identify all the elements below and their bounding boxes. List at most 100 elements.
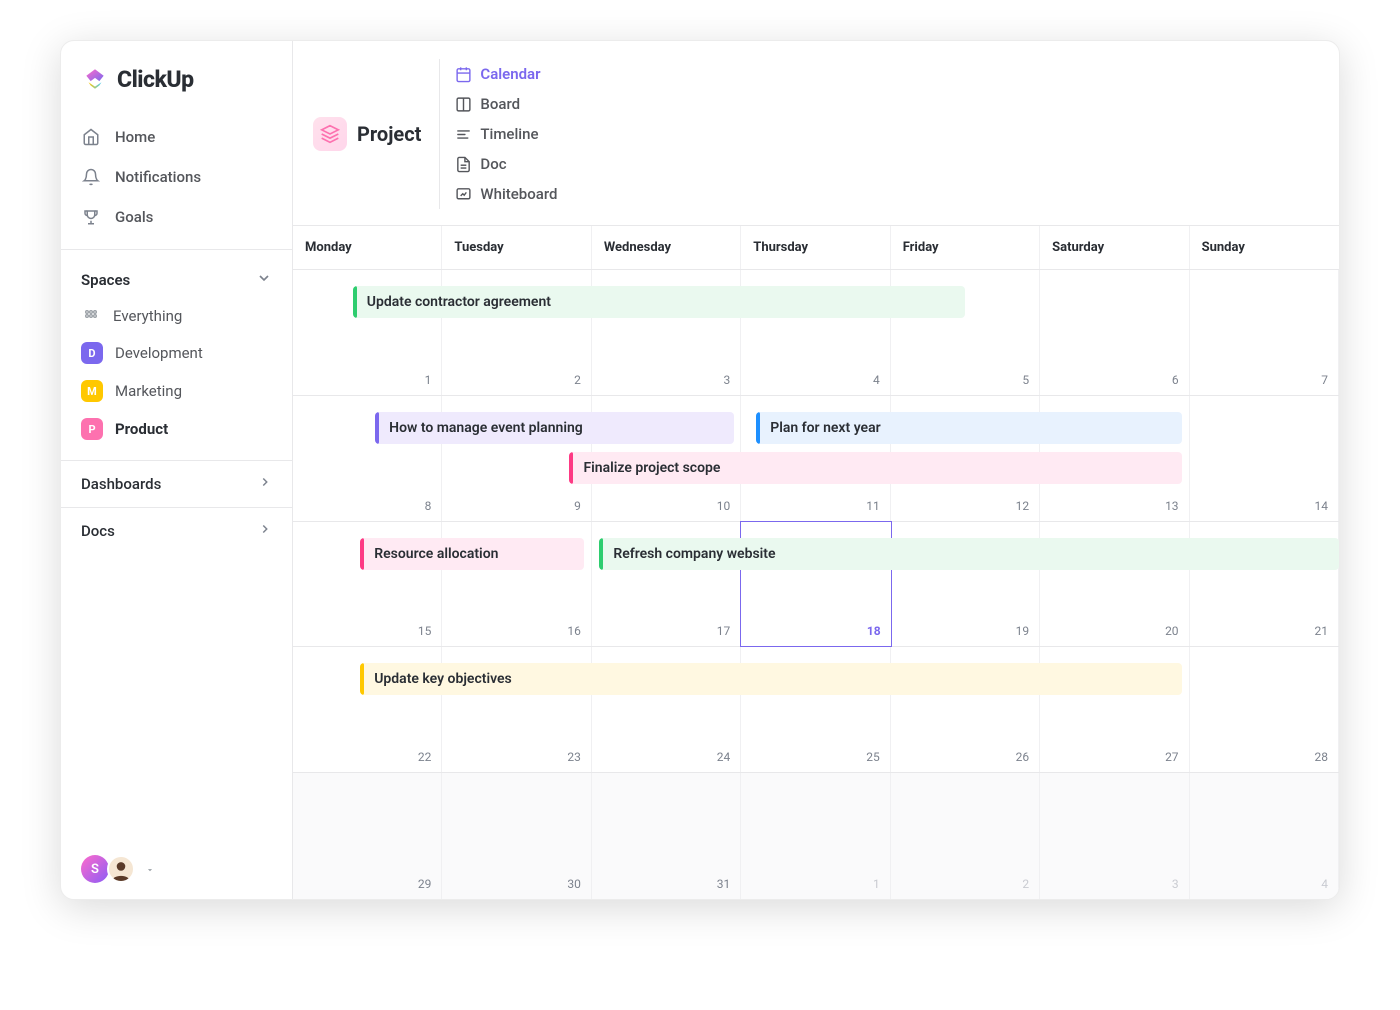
sidebar-space-product[interactable]: P Product — [61, 410, 292, 448]
board-icon — [454, 95, 472, 113]
project-badge[interactable] — [313, 117, 347, 151]
day-number: 17 — [717, 624, 731, 638]
day-header: Wednesday — [592, 226, 741, 269]
calendar-event[interactable]: How to manage event planning — [375, 412, 734, 444]
grid-icon — [81, 306, 101, 326]
sidebar-section-dashboards[interactable]: Dashboards — [61, 460, 292, 507]
day-number: 30 — [567, 877, 581, 891]
tab-label: Whiteboard — [480, 185, 557, 203]
event-label: Refresh company website — [613, 546, 775, 562]
day-number: 1 — [873, 877, 880, 891]
calendar-day-cell[interactable]: 30 — [442, 773, 591, 899]
sidebar-space-development[interactable]: DDevelopment — [61, 334, 292, 372]
day-number: 25 — [866, 750, 880, 764]
calendar-event[interactable]: Update contractor agreement — [353, 286, 966, 318]
calendar-day-cell[interactable]: 6 — [1040, 270, 1189, 395]
doc-icon — [454, 155, 472, 173]
event-color-bar — [599, 538, 603, 570]
logo[interactable]: ClickUp — [61, 61, 292, 117]
day-number: 23 — [567, 750, 581, 764]
calendar-event[interactable]: Resource allocation — [360, 538, 584, 570]
event-label: Update key objectives — [374, 671, 512, 687]
bell-icon — [81, 167, 101, 187]
sidebar-item-notifications[interactable]: Notifications — [61, 157, 292, 197]
day-number: 11 — [866, 499, 880, 513]
tab-calendar[interactable]: Calendar — [439, 59, 571, 89]
day-number: 19 — [1016, 624, 1030, 638]
whiteboard-icon — [454, 185, 472, 203]
calendar-week: 22232425262728Update key objectives — [293, 647, 1339, 773]
user-avatars[interactable]: S — [61, 855, 292, 883]
calendar-event[interactable]: Plan for next year — [756, 412, 1182, 444]
tab-whiteboard[interactable]: Whiteboard — [439, 179, 571, 209]
chevron-right-icon — [258, 522, 272, 540]
day-number: 3 — [1172, 877, 1179, 891]
calendar-day-cell[interactable]: 1 — [741, 773, 890, 899]
calendar-day-cell[interactable]: 31 — [592, 773, 741, 899]
space-label: Marketing — [115, 382, 182, 400]
day-number: 2 — [1022, 877, 1029, 891]
day-number: 13 — [1165, 499, 1179, 513]
day-number: 4 — [1321, 877, 1328, 891]
calendar-day-cell[interactable]: 28 — [1190, 647, 1339, 772]
day-number: 9 — [574, 499, 581, 513]
calendar-day-cell[interactable]: 14 — [1190, 396, 1339, 521]
day-number: 12 — [1016, 499, 1030, 513]
sidebar-space-marketing[interactable]: MMarketing — [61, 372, 292, 410]
day-header: Saturday — [1040, 226, 1189, 269]
calendar-day-cell[interactable]: 3 — [1040, 773, 1189, 899]
day-header: Sunday — [1190, 226, 1339, 269]
calendar-day-cell[interactable]: 29 — [293, 773, 442, 899]
calendar-event[interactable]: Update key objectives — [360, 663, 1182, 695]
calendar-day-cell[interactable]: 7 — [1190, 270, 1339, 395]
day-number: 22 — [418, 750, 432, 764]
calendar-week: 15161718192021Resource allocationRefresh… — [293, 522, 1339, 648]
day-number: 1 — [425, 373, 432, 387]
day-number: 5 — [1022, 373, 1029, 387]
space-badge: P — [81, 418, 103, 440]
sidebar-item-goals[interactable]: Goals — [61, 197, 292, 237]
spaces-header[interactable]: Spaces — [61, 262, 292, 298]
everything-label: Everything — [113, 307, 182, 325]
day-number: 21 — [1315, 624, 1329, 638]
sidebar-item-everything[interactable]: Everything — [61, 298, 292, 334]
day-number: 31 — [717, 877, 731, 891]
calendar-event[interactable]: Finalize project scope — [569, 452, 1182, 484]
day-number: 15 — [418, 624, 432, 638]
space-label: Product — [115, 420, 168, 438]
day-header: Friday — [891, 226, 1040, 269]
trophy-icon — [81, 207, 101, 227]
day-number: 7 — [1321, 373, 1328, 387]
day-number: 26 — [1016, 750, 1030, 764]
timeline-icon — [454, 125, 472, 143]
tab-board[interactable]: Board — [439, 89, 571, 119]
day-number: 6 — [1172, 373, 1179, 387]
avatar[interactable] — [107, 855, 135, 883]
calendar-week: 1234567Update contractor agreement — [293, 270, 1339, 396]
calendar-day-cell[interactable]: 4 — [1190, 773, 1339, 899]
day-number: 14 — [1315, 499, 1329, 513]
sidebar-section-docs[interactable]: Docs — [61, 507, 292, 554]
event-color-bar — [756, 412, 760, 444]
event-color-bar — [360, 663, 364, 695]
calendar-icon — [454, 65, 472, 83]
tab-doc[interactable]: Doc — [439, 149, 571, 179]
day-number: 28 — [1315, 750, 1329, 764]
caret-down-icon[interactable] — [145, 860, 155, 879]
calendar-event[interactable]: Refresh company website — [599, 538, 1339, 570]
sidebar-item-home[interactable]: Home — [61, 117, 292, 157]
tab-label: Board — [480, 95, 520, 113]
calendar-day-cell[interactable]: 2 — [891, 773, 1040, 899]
event-label: Plan for next year — [770, 420, 880, 436]
divider — [61, 249, 292, 250]
home-icon — [81, 127, 101, 147]
day-number: 8 — [425, 499, 432, 513]
event-color-bar — [360, 538, 364, 570]
chevron-right-icon — [258, 475, 272, 493]
main-content: Project CalendarBoardTimelineDocWhiteboa… — [293, 41, 1339, 899]
tab-timeline[interactable]: Timeline — [439, 119, 571, 149]
avatar[interactable]: S — [81, 855, 109, 883]
tab-label: Calendar — [480, 65, 540, 83]
space-label: Development — [115, 344, 203, 362]
tab-label: Timeline — [480, 125, 538, 143]
